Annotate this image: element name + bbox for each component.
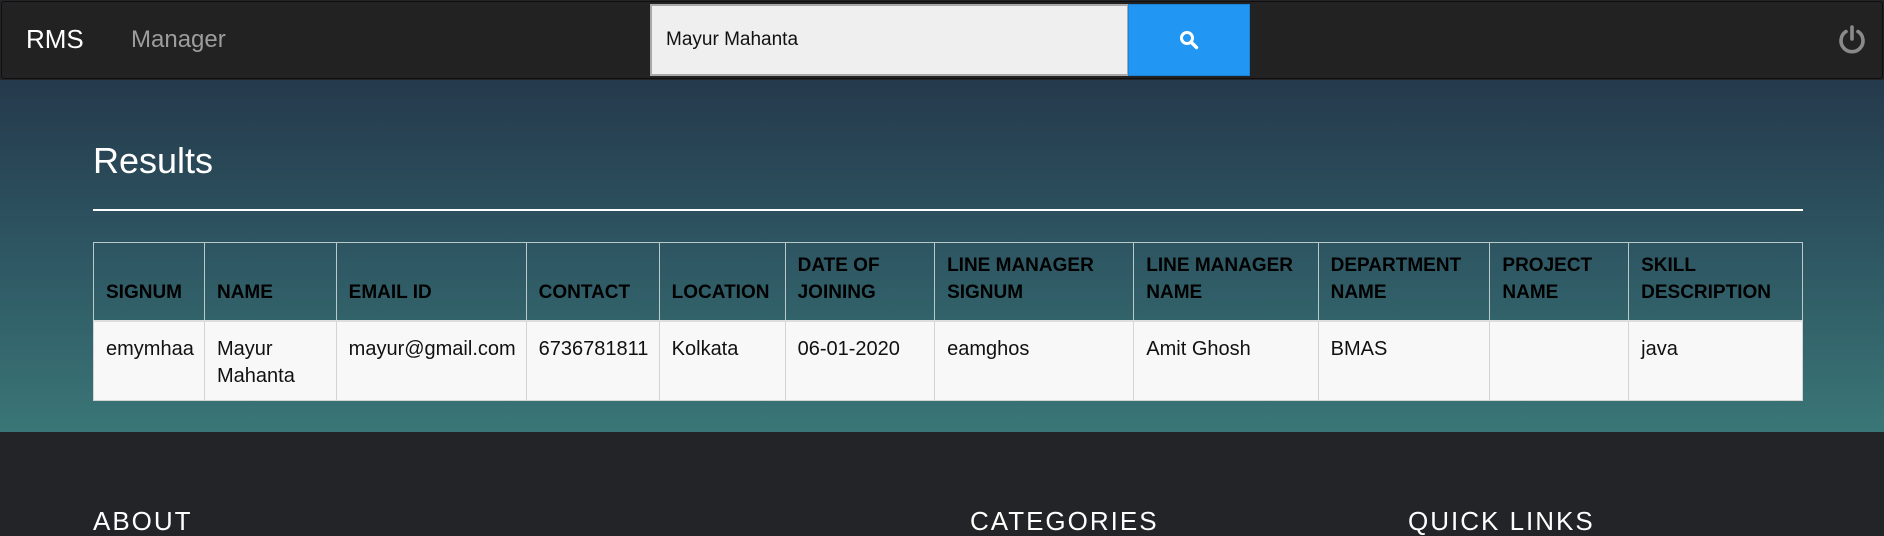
table-header-row: SIGNUM NAME EMAIL ID CONTACT LOCATION DA… xyxy=(93,242,1803,321)
column-header: DATE OF JOINING xyxy=(784,242,936,321)
table-cell: 06-01-2020 xyxy=(784,319,936,401)
nav-link-manager[interactable]: Manager xyxy=(131,26,226,54)
search-input[interactable] xyxy=(650,4,1129,76)
footer-heading-categories: CATEGORIES xyxy=(970,506,1159,536)
column-header: DEPARTMENT NAME xyxy=(1317,242,1491,321)
column-header: LOCATION xyxy=(658,242,786,321)
title-divider xyxy=(93,209,1803,211)
column-header: EMAIL ID xyxy=(335,242,527,321)
top-navbar: RMS Manager xyxy=(1,1,1883,79)
footer-heading-quick-links: QUICK LINKS xyxy=(1408,506,1595,536)
column-header: PROJECT NAME xyxy=(1489,242,1630,321)
column-header: LINE MANAGER SIGNUM xyxy=(934,242,1135,321)
column-header: CONTACT xyxy=(525,242,660,321)
column-header: SKILL DESCRIPTION xyxy=(1628,242,1803,321)
column-header: NAME xyxy=(203,242,337,321)
results-table: SIGNUM NAME EMAIL ID CONTACT LOCATION DA… xyxy=(93,242,1803,401)
table-cell: Mayur Mahanta xyxy=(203,319,337,401)
table-cell xyxy=(1489,319,1630,401)
table-cell: mayur@gmail.com xyxy=(335,319,527,401)
table-row[interactable]: emymhaa Mayur Mahanta mayur@gmail.com 67… xyxy=(93,319,1803,401)
table-cell: 6736781811 xyxy=(525,319,660,401)
table-cell: emymhaa xyxy=(93,319,205,401)
table-cell: Amit Ghosh xyxy=(1133,319,1319,401)
page-title: Results xyxy=(93,140,214,181)
logout-button[interactable] xyxy=(1834,22,1870,58)
table-cell: eamghos xyxy=(934,319,1135,401)
footer-heading-about: ABOUT xyxy=(93,506,193,536)
column-header: LINE MANAGER NAME xyxy=(1133,242,1319,321)
table-cell: java xyxy=(1628,319,1803,401)
column-header: SIGNUM xyxy=(93,242,205,321)
search-icon xyxy=(1180,31,1199,50)
table-cell: BMAS xyxy=(1317,319,1491,401)
results-section: Results SIGNUM NAME EMAIL ID CONTACT LOC… xyxy=(0,80,1884,432)
table-cell: Kolkata xyxy=(658,319,786,401)
search-button[interactable] xyxy=(1128,4,1250,76)
brand-logo[interactable]: RMS xyxy=(26,24,84,54)
power-icon xyxy=(1839,25,1865,54)
